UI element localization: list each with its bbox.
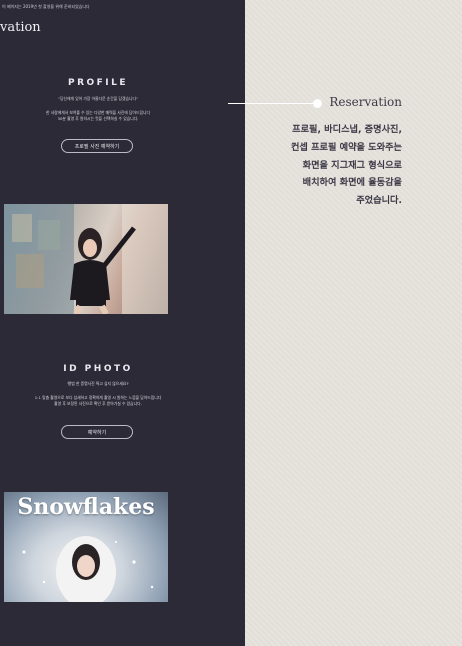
id-photo-desc-2: 촬영 후 보정된 사진으로 확인 후 받아가실 수 있습니다. [54,401,142,406]
reservation-label: Reservation [329,95,402,109]
profile-photo-art [4,204,168,314]
id-photo-reserve-button[interactable]: 예약하기 [61,425,133,439]
description-line: 화면을 지그재그 형식으로 [302,159,402,171]
connector-line [228,103,317,104]
id-photo-quote: '평범 한 증명사진 찍고 싶지 않으세요?' [66,381,130,386]
dark-panel: 이 페이지는 2019년 첫 촬영을 위해 준비되었습니다 vation PRO… [0,0,245,646]
page-title-fragment: vation [0,20,41,35]
description-line: 프로필, 바디스냅, 증명사진, [292,124,402,135]
description-block: 프로필, 바디스냅, 증명사진, 컨셉 프로필 예약을 도와주는 화면을 지그재… [252,121,402,210]
profile-desc-2: 30분 촬영 후 원하시는 컷을 선택하실 수 있습니다. [57,116,139,121]
profile-quote: "당신에게 있어 가장 아름다운 순간을 담겠습니다" [58,96,138,101]
snowflakes-title: Snowflakes [17,494,155,520]
description-line: 배치하여 화면에 율동감을 [302,177,402,189]
profile-reserve-button[interactable]: 프로필 사진 예약하기 [61,139,133,153]
profile-desc-1: 한 사람에게서 보여줄 수 있는 다양한 매력을 사진에 담아드립니다 [46,110,150,115]
description-line: 주었습니다. [356,195,402,207]
connector-dot [313,99,322,108]
profile-title: PROFILE [67,78,129,88]
description-line: 컨셉 프로필 예약을 도와주는 [290,141,402,153]
snowflakes-photo: Snowflakes [4,492,168,602]
id-photo-title: ID PHOTO [63,364,133,374]
profile-photo [4,204,168,314]
id-photo-desc-1: 1:1 맞춤 촬영으로 보다 섬세하고 정확하게 촬영 시 원하는 느낌을 담아… [34,395,162,400]
top-note: 이 페이지는 2019년 첫 촬영을 위해 준비되었습니다 [2,4,90,9]
